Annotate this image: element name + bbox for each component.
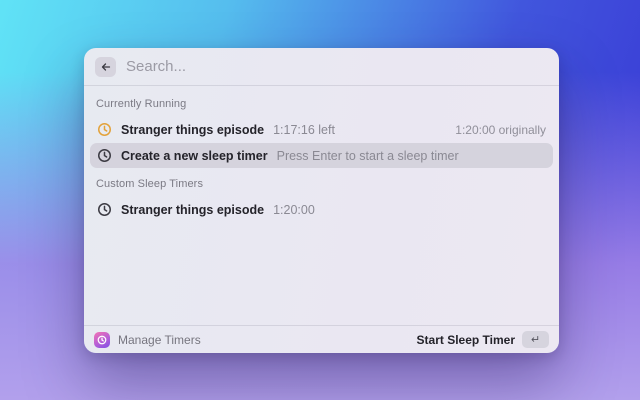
launcher-window: Currently Running Stranger things episode… bbox=[84, 48, 559, 353]
back-button[interactable] bbox=[95, 56, 116, 77]
desktop-background: { "search": { "placeholder": "Search..."… bbox=[0, 0, 640, 400]
item-subtitle: 1:17:16 left bbox=[273, 122, 335, 137]
search-bar bbox=[84, 48, 559, 86]
arrow-left-icon bbox=[100, 61, 112, 73]
return-key-icon: ↵ bbox=[522, 331, 549, 348]
clock-icon bbox=[97, 202, 112, 217]
item-accessory: 1:20:00 originally bbox=[455, 122, 546, 137]
clock-icon bbox=[97, 122, 112, 137]
start-sleep-timer-button[interactable]: Start Sleep Timer bbox=[417, 333, 515, 347]
item-subtitle: Press Enter to start a sleep timer bbox=[276, 148, 459, 163]
manage-timers-label[interactable]: Manage Timers bbox=[118, 333, 201, 347]
list-item[interactable]: Create a new sleep timer Press Enter to s… bbox=[90, 143, 553, 168]
list-item[interactable]: Stranger things episode 1:17:16 left 1:20:… bbox=[90, 117, 553, 142]
search-input[interactable] bbox=[126, 58, 548, 75]
results-list: Currently Running Stranger things episode… bbox=[84, 86, 559, 325]
sleep-timer-app-icon bbox=[94, 331, 110, 348]
item-title: Stranger things episode bbox=[121, 202, 265, 217]
item-subtitle: 1:20:00 bbox=[273, 202, 315, 217]
item-title: Stranger things episode bbox=[121, 122, 265, 137]
section-title: Custom Sleep Timers bbox=[96, 178, 204, 190]
item-title: Create a new sleep timer bbox=[121, 148, 268, 163]
clock-icon bbox=[97, 148, 112, 163]
footer-actions: Start Sleep Timer ↵ bbox=[417, 331, 549, 348]
section-title: Currently Running bbox=[96, 98, 187, 110]
list-item[interactable]: Stranger things episode 1:20:00 bbox=[90, 197, 553, 222]
footer-bar: Manage Timers Start Sleep Timer ↵ bbox=[84, 325, 559, 353]
